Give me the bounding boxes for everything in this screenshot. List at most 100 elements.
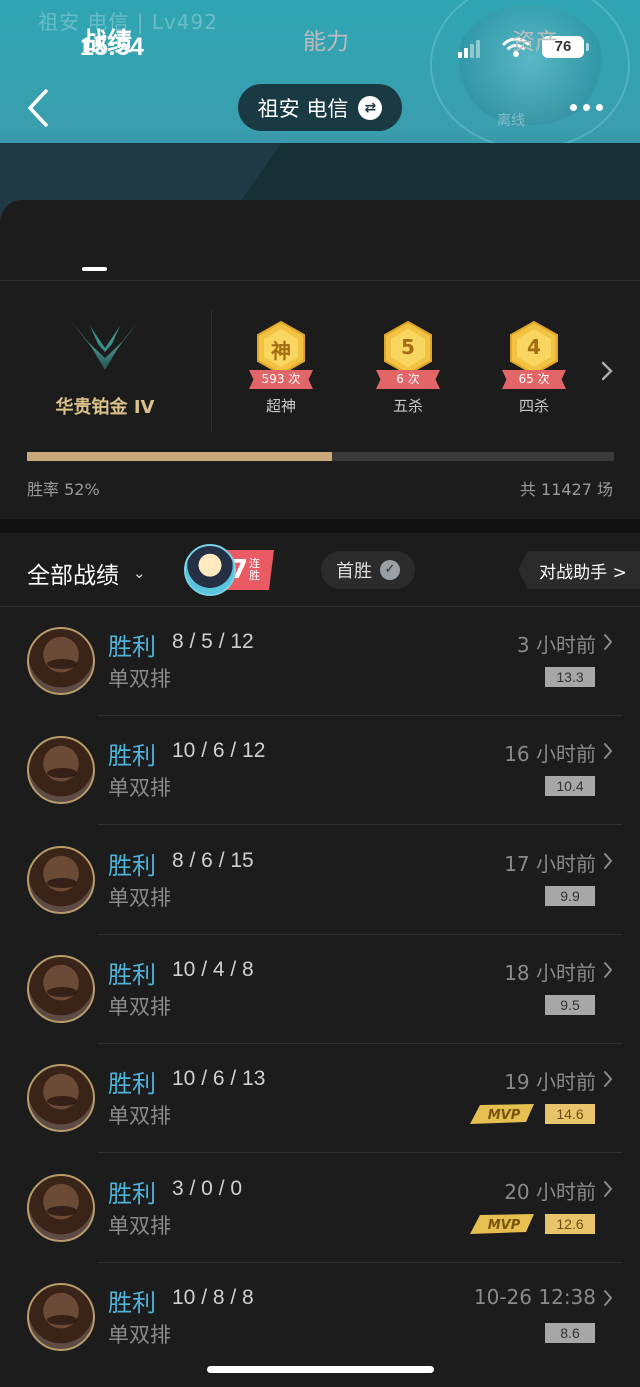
medal-glyph: 5 [401, 335, 415, 359]
medal-quadra-kill[interactable]: 4 65 次 四杀 [494, 320, 574, 416]
match-row[interactable]: 胜利 10 / 6 / 12 单双排 16 小时前 10.4 [0, 716, 640, 826]
medal-count: 593 次 [249, 370, 313, 389]
champion-avatar [27, 736, 95, 805]
chevron-right-icon [604, 634, 613, 650]
check-icon: ✓ [380, 560, 400, 580]
match-time: 17 小时前 [504, 851, 596, 876]
medal-count: 6 次 [376, 370, 440, 389]
match-result: 胜利 [108, 1288, 156, 1317]
match-time: 18 小时前 [504, 960, 596, 985]
medal-label: 四杀 [518, 397, 549, 415]
online-status: 离线 [497, 113, 525, 129]
total-matches-text: 共 11427 场 [519, 480, 613, 499]
record-filter-dropdown[interactable]: 全部战绩 ⌄ [27, 556, 146, 590]
match-result: 胜利 [108, 851, 156, 880]
match-row[interactable]: 胜利 8 / 5 / 12 单双排 3 小时前 13.3 [0, 607, 640, 716]
win-rate-bar-fill [27, 452, 333, 461]
match-mode: 单双排 [108, 885, 171, 910]
filter-label: 全部战绩 [27, 563, 119, 589]
match-kda: 10 / 8 / 8 [172, 1285, 254, 1309]
match-kda: 3 / 0 / 0 [172, 1176, 243, 1200]
tab-assets[interactable]: 资产 [512, 22, 558, 56]
streak-text: 连胜 [249, 557, 261, 582]
chevron-right-icon [604, 1289, 613, 1306]
chevron-right-icon [604, 1071, 613, 1088]
legendary-medal-icon: 神 [255, 320, 307, 376]
match-kda: 8 / 5 / 12 [172, 630, 254, 653]
match-mode: 单双排 [108, 667, 171, 691]
match-mode: 单双排 [108, 1104, 171, 1129]
stats-separator [211, 310, 212, 432]
quadra-kill-medal-icon: 4 [508, 320, 560, 376]
match-score: 8.6 [545, 1322, 595, 1343]
medal-glyph: 神 [271, 339, 291, 363]
medal-legendary[interactable]: 神 593 次 超神 [241, 320, 321, 416]
penta-kill-medal-icon: 5 [382, 320, 434, 376]
chevron-right-icon [604, 743, 613, 760]
first-win-button[interactable]: 首胜 ✓ [321, 551, 415, 589]
medal-label: 超神 [265, 397, 296, 415]
streak-avatar-icon [184, 544, 236, 596]
win-rate-text: 胜率 52% [27, 480, 100, 499]
match-time: 19 小时前 [504, 1070, 596, 1095]
svg-text:MVP: MVP [488, 1108, 521, 1123]
back-icon[interactable] [22, 86, 56, 130]
medal-penta-kill[interactable]: 5 6 次 五杀 [368, 320, 448, 416]
match-row[interactable]: 胜利 3 / 0 / 0 单双排 20 小时前 12.6 MVP [0, 1154, 640, 1263]
chevron-right-icon [604, 1180, 613, 1197]
win-rate-bar [27, 452, 614, 461]
win-streak-badge[interactable]: 7 连胜 [184, 544, 290, 596]
more-icon[interactable] [570, 100, 610, 114]
medal-count: 65 次 [502, 370, 566, 389]
home-indicator[interactable] [207, 1366, 434, 1373]
chevron-right-icon [604, 852, 613, 869]
match-kda: 8 / 6 / 15 [172, 848, 254, 872]
champion-avatar [27, 1282, 95, 1351]
chevron-down-icon: ⌄ [133, 564, 146, 582]
app-screen: 祖安 电信 | Lv492 离线 15:54 76 祖安 电信 ⇄ 战绩 能力 … [0, 0, 640, 1387]
match-time: 10-26 12:38 [473, 1284, 596, 1309]
champion-avatar [27, 845, 95, 914]
tab-ability[interactable]: 能力 [303, 22, 349, 56]
tab-record[interactable]: 战绩 [82, 22, 132, 58]
champion-avatar [27, 1173, 95, 1242]
rank-name: 华贵铂金 IV [55, 397, 155, 418]
chevron-right-icon[interactable] [600, 360, 614, 382]
match-row[interactable]: 胜利 10 / 4 / 8 单双排 18 小时前 9.5 [0, 935, 640, 1044]
match-result: 胜利 [108, 633, 156, 661]
match-kda: 10 / 6 / 13 [172, 1067, 266, 1091]
match-mode: 单双排 [108, 994, 171, 1019]
match-row[interactable]: 胜利 10 / 8 / 8 单双排 10-26 12:38 8.6 [0, 1263, 640, 1372]
champion-avatar [27, 954, 95, 1023]
champion-avatar [27, 627, 95, 695]
server-switch-button[interactable]: 祖安 电信 ⇄ [238, 84, 402, 131]
match-time: 3 小时前 [516, 633, 596, 657]
match-score: 9.9 [545, 885, 595, 906]
match-result: 胜利 [108, 1179, 156, 1208]
battle-assistant-button[interactable]: 对战助手 > [518, 551, 640, 589]
match-mode: 单双排 [108, 776, 171, 801]
cellular-signal-icon [458, 40, 482, 58]
mvp-badge-icon: MVP [470, 1213, 534, 1234]
swap-icon: ⇄ [358, 95, 383, 120]
medal-glyph: 4 [527, 335, 541, 359]
section-gap [0, 519, 640, 533]
match-result: 胜利 [108, 1070, 156, 1099]
match-result: 胜利 [108, 742, 156, 771]
mvp-badge-icon: MVP [470, 1104, 534, 1125]
match-row[interactable]: 胜利 10 / 6 / 13 单双排 19 小时前 14.6 MVP [0, 1044, 640, 1154]
rank-emblem-icon[interactable] [70, 318, 140, 376]
match-score: 10.4 [545, 776, 595, 797]
match-mode: 单双排 [108, 1322, 171, 1347]
match-row[interactable]: 胜利 8 / 6 / 15 单双排 17 小时前 9.9 [0, 826, 640, 935]
match-time: 16 小时前 [504, 742, 596, 767]
tab-active-indicator [82, 267, 107, 271]
svg-text:MVP: MVP [488, 1218, 521, 1233]
match-score: 14.6 [545, 1104, 595, 1125]
match-kda: 10 / 6 / 12 [172, 739, 266, 763]
chevron-right-icon [604, 961, 613, 978]
first-win-label: 首胜 [336, 561, 372, 582]
server-label: 祖安 电信 [257, 96, 349, 121]
match-score: 9.5 [545, 994, 595, 1015]
match-time: 20 小时前 [504, 1179, 596, 1204]
